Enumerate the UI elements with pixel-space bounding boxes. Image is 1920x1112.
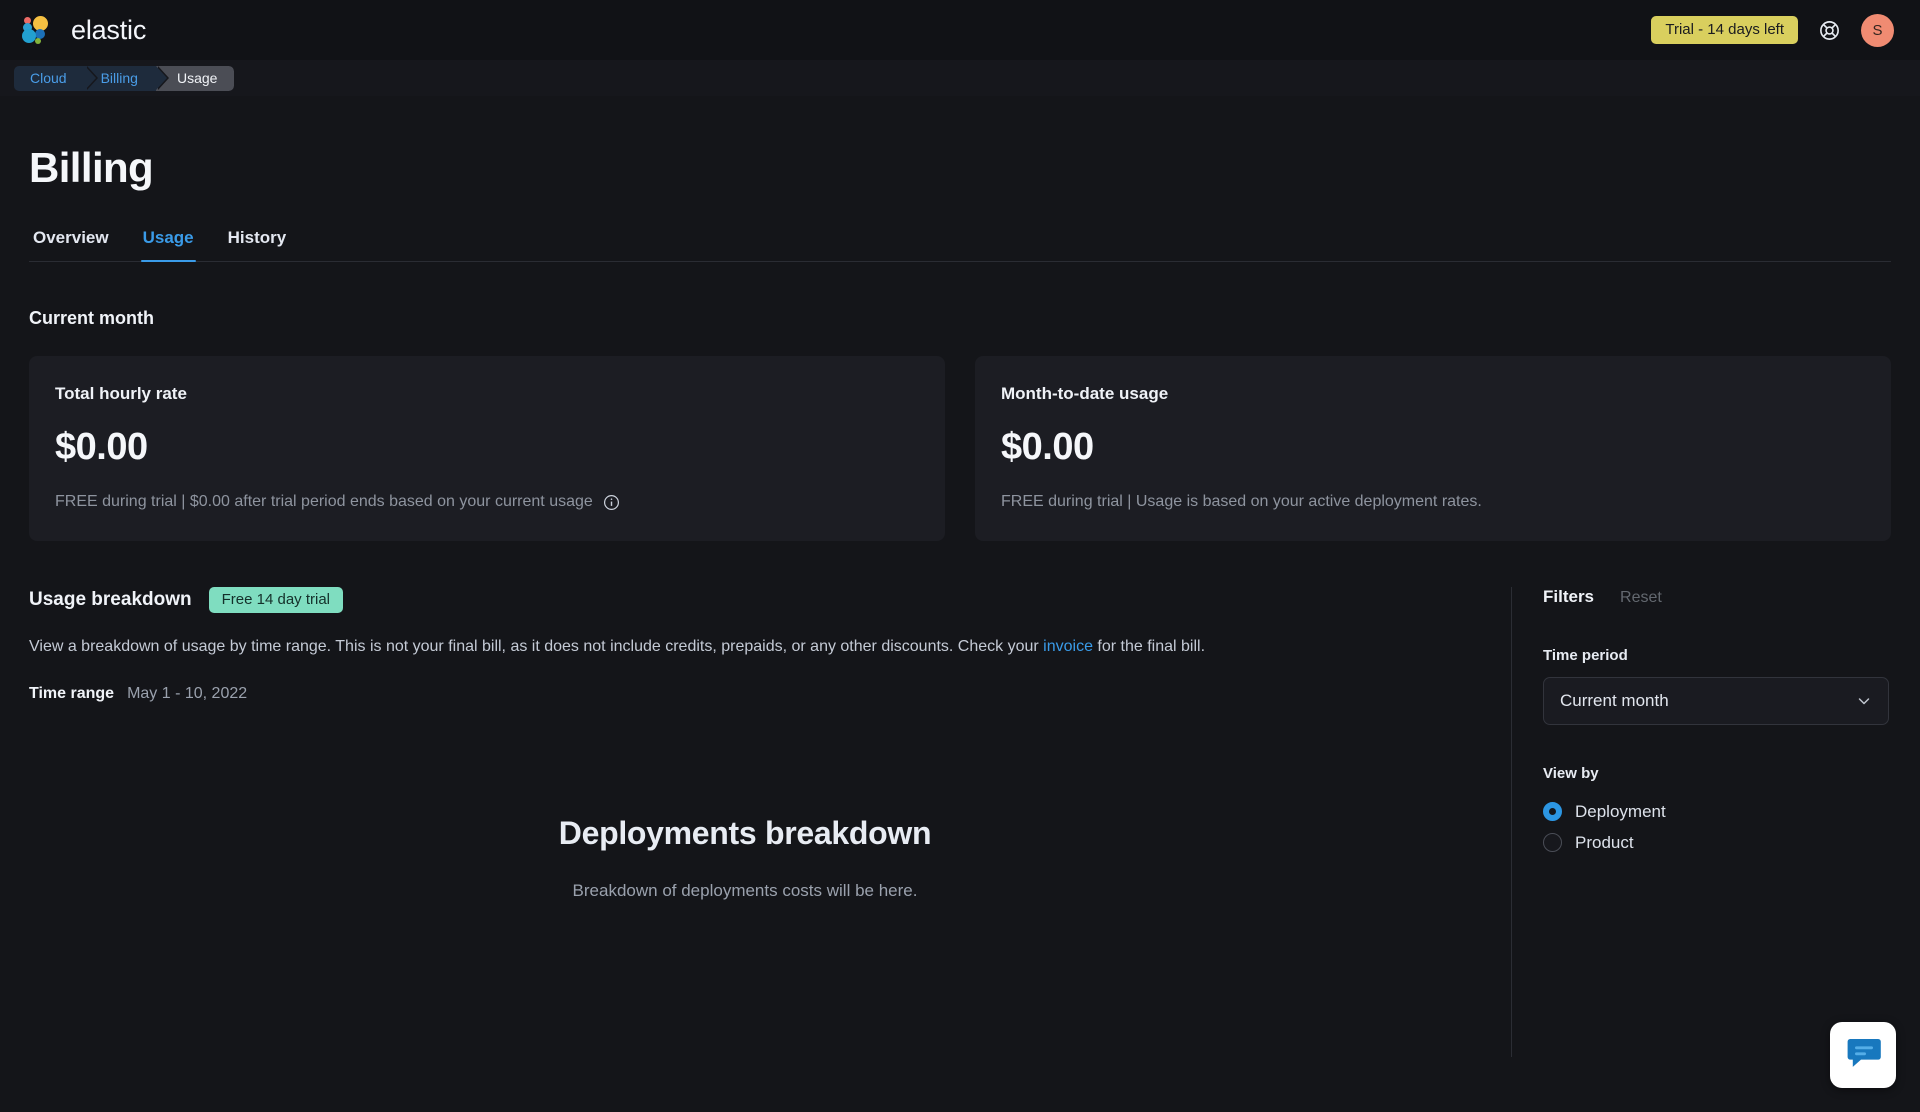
view-by-label: View by (1543, 765, 1599, 782)
filters-title: Filters (1543, 587, 1595, 606)
trial-status-badge[interactable]: Trial - 14 days left (1651, 16, 1798, 44)
time-period-label: Time period (1543, 647, 1628, 664)
reset-filters-button[interactable]: Reset (1620, 589, 1662, 607)
chat-widget-button[interactable] (1830, 1022, 1896, 1088)
empty-state-subtitle: Breakdown of deployments costs will be h… (572, 881, 918, 901)
top-navigation-bar: elastic Trial - 14 days left S (0, 0, 1920, 60)
chevron-down-icon (1856, 693, 1872, 709)
free-trial-badge: Free 14 day trial (208, 587, 343, 613)
current-month-heading: Current month (29, 308, 154, 328)
usage-breakdown-description: View a breakdown of usage by time range.… (29, 636, 1471, 658)
usage-breakdown-title: Usage breakdown (29, 589, 192, 610)
app-viewport: elastic Trial - 14 days left S Cloud Bil… (0, 0, 1920, 1112)
radio-label-deployment: Deployment (1575, 801, 1666, 821)
radio-label-product: Product (1575, 832, 1634, 852)
view-by-radio-group: Deployment Product (1543, 796, 1891, 858)
usage-breakdown-section: Usage breakdown Free 14 day trial View a… (29, 587, 1891, 1057)
time-period-selected-value: Current month (1560, 691, 1669, 710)
tab-overview[interactable]: Overview (31, 228, 111, 261)
page-tabs: Overview Usage History (29, 228, 1891, 262)
card-amount: $0.00 (1001, 426, 1094, 468)
deployments-breakdown-empty-state: Deployments breakdown Breakdown of deplo… (29, 815, 1471, 901)
breadcrumb-item-cloud[interactable]: Cloud (14, 65, 98, 91)
page-content: Billing Overview Usage History Current m… (0, 144, 1920, 1057)
usage-breakdown-header: Usage breakdown Free 14 day trial (29, 587, 1471, 613)
brand-name: elastic (71, 14, 147, 45)
card-amount: $0.00 (55, 426, 148, 468)
time-period-select[interactable]: Current month (1543, 677, 1889, 725)
card-total-hourly-rate: Total hourly rate $0.00 FREE during tria… (29, 356, 945, 541)
radio-option-product[interactable]: Product (1543, 827, 1891, 858)
tab-usage[interactable]: Usage (140, 228, 196, 262)
card-month-to-date-usage: Month-to-date usage $0.00 FREE during tr… (975, 356, 1891, 541)
lifebuoy-icon[interactable] (1817, 18, 1842, 43)
radio-button-deployment[interactable] (1543, 802, 1562, 821)
radio-button-product[interactable] (1543, 833, 1562, 852)
elastic-logo-icon (18, 12, 54, 48)
card-note-text: FREE during trial | $0.00 after trial pe… (55, 493, 593, 510)
time-range-label: Time range (29, 685, 115, 703)
invoice-link[interactable]: invoice (1043, 638, 1093, 655)
time-range-row: Time range May 1 - 10, 2022 (29, 685, 1471, 703)
card-title: Total hourly rate (55, 384, 187, 403)
brand[interactable]: elastic (18, 12, 146, 48)
user-avatar[interactable]: S (1861, 13, 1894, 47)
chat-bubble-icon (1843, 1033, 1883, 1078)
filters-header: Filters Reset (1543, 587, 1891, 607)
breadcrumb-bar: Cloud Billing Usage (0, 60, 1920, 96)
description-text-before-link: View a breakdown of usage by time range.… (29, 638, 1044, 655)
topbar-actions: Trial - 14 days left S (1651, 13, 1894, 47)
card-title: Month-to-date usage (1001, 384, 1169, 403)
summary-cards: Total hourly rate $0.00 FREE during tria… (29, 356, 1891, 541)
card-note-row: FREE during trial | Usage is based on yo… (1001, 493, 1865, 511)
description-text-after-link: for the final bill. (1092, 638, 1206, 655)
filters-panel: Filters Reset Time period Current month … (1511, 587, 1891, 1057)
page-title: Billing (29, 144, 154, 191)
radio-option-deployment[interactable]: Deployment (1543, 796, 1891, 827)
card-note-row: FREE during trial | $0.00 after trial pe… (55, 493, 919, 511)
empty-state-title: Deployments breakdown (558, 815, 932, 852)
time-range-value: May 1 - 10, 2022 (127, 685, 248, 703)
breadcrumb: Cloud Billing Usage (14, 65, 235, 91)
tab-history[interactable]: History (226, 228, 289, 261)
card-note-text: FREE during trial | Usage is based on yo… (1001, 493, 1482, 510)
usage-breakdown-main: Usage breakdown Free 14 day trial View a… (29, 587, 1511, 901)
info-circle-icon[interactable] (603, 494, 620, 511)
